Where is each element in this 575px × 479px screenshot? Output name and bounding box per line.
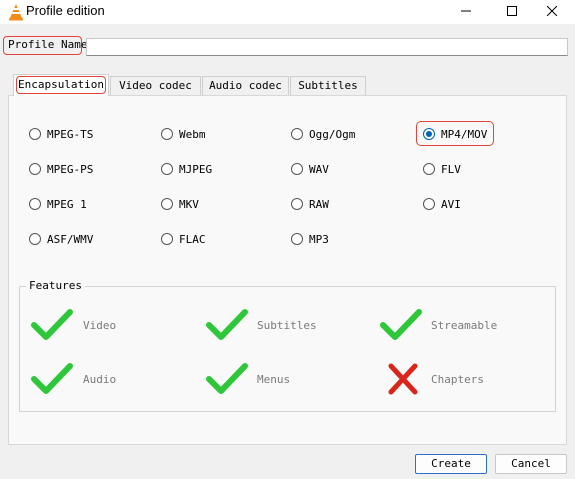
radio-label: FLV (441, 162, 461, 176)
tab-subtitles[interactable]: Subtitles (290, 76, 366, 95)
radio-dot (423, 198, 435, 210)
radio-mp3[interactable]: MP3 (291, 231, 329, 247)
radio-webm[interactable]: Webm (161, 126, 206, 142)
radio-label: ASF/WMV (47, 232, 94, 246)
title-bar: Profile edition (0, 0, 575, 24)
feature-subtitles-label: Subtitles (257, 319, 317, 332)
radio-label: Webm (179, 127, 206, 141)
radio-label: MJPEG (179, 162, 213, 176)
radio-flv[interactable]: FLV (423, 161, 461, 177)
radio-mjpeg[interactable]: MJPEG (161, 161, 212, 177)
tab-label: Subtitles (298, 79, 358, 92)
close-icon (547, 6, 557, 16)
radio-label: AVI (441, 197, 461, 211)
radio-label: WAV (309, 162, 329, 176)
radio-dot (291, 128, 303, 140)
radio-dot (291, 163, 303, 175)
radio-flac[interactable]: FLAC (161, 231, 206, 247)
radio-dot (291, 233, 303, 245)
features-title: Features (26, 279, 85, 292)
radio-dot (161, 163, 173, 175)
radio-avi[interactable]: AVI (423, 196, 461, 212)
tab-encapsulation[interactable]: Encapsulation (13, 74, 109, 96)
radio-label: MPEG 1 (47, 197, 87, 211)
feature-menus-label: Menus (257, 373, 291, 386)
radio-ogg-ogm[interactable]: Ogg/Ogm (291, 126, 355, 142)
radio-label: MPEG-PS (47, 162, 94, 176)
radio-mpeg-ps[interactable]: MPEG-PS (29, 161, 93, 177)
check-icon (380, 309, 422, 340)
close-button[interactable] (529, 0, 575, 22)
check-icon (31, 309, 73, 340)
check-icon (206, 309, 248, 340)
radio-dot (29, 198, 41, 210)
minimize-icon (461, 10, 471, 12)
radio-dot (161, 233, 173, 245)
radio-raw[interactable]: RAW (291, 196, 329, 212)
features-group (19, 286, 556, 412)
radio-label: Ogg/Ogm (309, 127, 356, 141)
check-icon (206, 363, 248, 394)
radio-dot (29, 128, 41, 140)
radio-mkv[interactable]: MKV (161, 196, 199, 212)
radio-wav[interactable]: WAV (291, 161, 329, 177)
radio-label: MP3 (309, 232, 329, 246)
tab-label: Video codec (119, 79, 192, 92)
vlc-cone-icon (9, 4, 23, 21)
profile-name-label: Profile Name (3, 36, 87, 55)
tab-audio-codec[interactable]: Audio codec (202, 76, 289, 95)
tab-highlight (16, 76, 106, 94)
window-title: Profile edition (26, 3, 105, 18)
feature-video-label: Video (83, 319, 117, 332)
minimize-button[interactable] (443, 0, 489, 22)
radio-dot (29, 163, 41, 175)
radio-label: MKV (179, 197, 199, 211)
maximize-icon (507, 6, 517, 16)
create-button[interactable]: Create (415, 454, 487, 474)
radio-dot (161, 128, 173, 140)
profile-name-input[interactable] (86, 38, 568, 56)
radio-dot (291, 198, 303, 210)
check-icon (31, 363, 73, 394)
radio-dot (29, 233, 41, 245)
radio-mpeg-1[interactable]: MPEG 1 (29, 196, 87, 212)
cancel-button[interactable]: Cancel (495, 454, 567, 474)
radio-asf-wmv[interactable]: ASF/WMV (29, 231, 93, 247)
selection-highlight (416, 121, 494, 146)
feature-streamable-label: Streamable (431, 319, 498, 332)
feature-audio-label: Audio (83, 373, 117, 386)
cross-icon (388, 363, 418, 395)
tab-label: Audio codec (209, 79, 282, 92)
radio-label: MPEG-TS (47, 127, 94, 141)
radio-label: RAW (309, 197, 329, 211)
radio-label: FLAC (179, 232, 206, 246)
radio-dot (423, 163, 435, 175)
tab-video-codec[interactable]: Video codec (110, 76, 201, 95)
feature-chapters-label: Chapters (431, 373, 484, 386)
radio-mpeg-ts[interactable]: MPEG-TS (29, 126, 93, 142)
radio-dot (161, 198, 173, 210)
